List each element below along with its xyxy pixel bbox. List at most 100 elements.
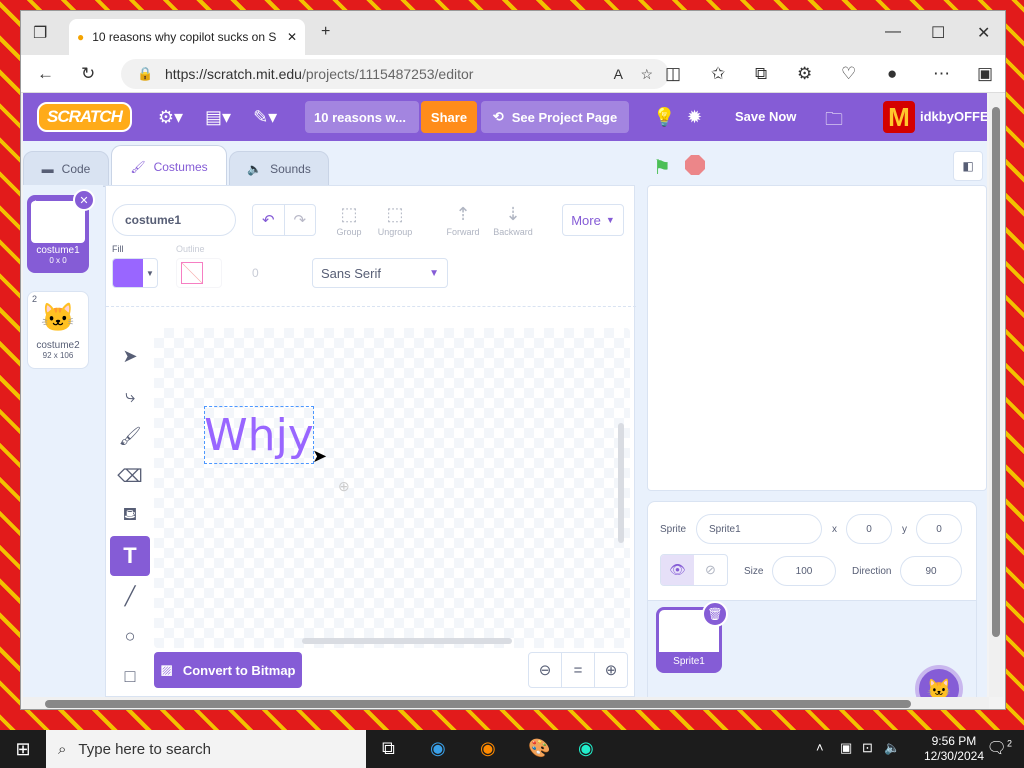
outline-color-picker[interactable] [176,258,222,288]
profile-icon[interactable]: ● [887,64,897,84]
extensions-icon[interactable]: ⚙ [797,64,812,84]
zoom-out-icon[interactable]: ⊖ [529,653,561,687]
more-options-icon[interactable]: ⋯ [933,64,950,84]
edit-menu-icon[interactable]: ✎▾ [253,107,277,128]
undo-icon[interactable]: ↶ [253,205,284,235]
close-window-icon[interactable]: ✕ [977,23,990,43]
zoom-in-icon[interactable]: ⊕ [594,653,627,687]
lock-icon[interactable]: 🔒 [137,66,153,82]
backward-button[interactable]: ⇣ Backward [488,204,538,237]
notifications-icon[interactable]: 🗨2 [987,738,1012,758]
split-screen-icon[interactable]: ◫ [665,64,681,84]
convert-to-bitmap-button[interactable]: ▨ Convert to Bitmap [154,652,302,688]
page-horizontal-scrollbar[interactable] [23,697,989,709]
edge-beta-icon[interactable]: ◉ [578,738,594,759]
user-avatar[interactable]: M [883,101,915,133]
ungroup-button[interactable]: ⬚ Ungroup [370,204,420,237]
canvas-text[interactable]: Whjy [204,406,314,464]
save-now-button[interactable]: Save Now [735,109,796,124]
settings-gear-icon[interactable]: ⚙▾ [158,107,183,128]
task-view-icon[interactable]: ⧉ [382,738,395,759]
more-button[interactable]: More ▼ [562,204,624,236]
refresh-icon[interactable]: ↻ [81,64,95,84]
favorites-icon[interactable]: ✩ [711,64,725,84]
read-aloud-icon[interactable]: A [614,66,623,82]
stop-icon[interactable] [685,155,705,175]
stage-size-toggle-icon[interactable]: ◧ [953,151,983,181]
size-input[interactable]: 100 [772,556,836,586]
favorite-star-icon[interactable]: ☆ [640,66,653,83]
tray-chevron-icon[interactable]: ˄ [816,740,824,755]
tutorials-icon[interactable]: ✹ [687,107,702,128]
url-field[interactable]: 🔒 https://scratch.mit.edu/projects/11154… [121,59,669,89]
new-tab-icon[interactable]: + [321,23,330,41]
edge-icon[interactable]: ◉ [430,738,446,759]
select-tool-icon[interactable]: ➤ [110,336,150,376]
scratch-logo[interactable]: SCRATCH [37,102,132,132]
costume-item[interactable]: 2 🐱 costume2 92 x 106 [27,291,89,369]
rectangle-tool-icon[interactable]: □ [110,656,150,696]
close-tab-icon[interactable]: ✕ [287,30,297,44]
see-project-page-label: See Project Page [511,109,618,125]
zoom-reset-button[interactable]: = [561,653,594,687]
network-icon[interactable]: ⊡ [862,740,873,756]
stage[interactable] [647,185,987,491]
fill-tool-icon[interactable]: ⛾ [110,496,150,536]
costume-name-input[interactable]: costume1 [112,204,236,236]
lightbulb-icon[interactable]: 💡 [653,107,675,128]
text-tool-icon[interactable]: T [110,536,150,576]
canvas-vertical-scrollbar[interactable] [618,423,624,543]
scrollbar-thumb[interactable] [45,700,911,708]
volume-icon[interactable]: 🔈 [884,740,900,756]
tab-code[interactable]: ▬ Code [23,151,109,187]
browser-essentials-icon[interactable]: ♡ [841,64,856,84]
group-button[interactable]: ⬚ Group [324,204,374,237]
delete-costume-icon[interactable]: ✕ [73,189,95,211]
tab-costumes[interactable]: 🖌 Costumes [111,145,227,187]
search-icon: ⌕ [58,740,67,758]
firefox-icon[interactable]: ◉ [480,738,496,759]
tab-actions-icon[interactable]: ❐ [33,23,47,43]
line-tool-icon[interactable]: ╱ [110,576,150,616]
sprite-name-input[interactable]: Sprite1 [696,514,822,544]
clock[interactable]: 9:56 PM 12/30/2024 [924,734,984,764]
circle-tool-icon[interactable]: ○ [110,616,150,656]
direction-input[interactable]: 90 [900,556,962,586]
font-dropdown[interactable]: Sans Serif ▼ [312,258,448,288]
fill-color-picker[interactable]: ▼ [112,258,158,288]
username[interactable]: idkbyOFFEN [920,109,987,124]
forward-button[interactable]: ⇡ Forward [438,204,488,237]
y-input[interactable]: 0 [916,514,962,544]
reshape-tool-icon[interactable]: ⤷ [110,376,150,416]
costume-item[interactable]: 1 costume1 0 x 0 ✕ [27,189,95,273]
delete-sprite-icon[interactable]: 🗑 [702,601,728,627]
taskbar-search[interactable]: ⌕ Type here to search [46,730,366,768]
see-project-page-button[interactable]: ⟲ See Project Page [481,101,629,133]
eraser-tool-icon[interactable]: ⌫ [110,456,150,496]
collections-icon[interactable]: ⧉ [755,64,767,84]
show-eye-icon[interactable]: 👁 [661,555,694,585]
minimize-icon[interactable]: — [885,23,901,41]
brush-tool-icon[interactable]: 🖌 [110,416,150,456]
windows-start-icon[interactable]: ⊞ [0,730,46,768]
meet-now-icon[interactable]: ▣ [840,740,852,756]
redo-icon[interactable]: ↷ [283,205,316,235]
file-menu-icon[interactable]: ▤▾ [205,107,231,128]
sidebar-icon[interactable]: ▣ [977,64,993,84]
maximize-icon[interactable]: ☐ [931,23,945,43]
drawing-canvas[interactable]: Whjy ⊕ [154,328,630,648]
tab-sounds[interactable]: 🔈 Sounds [229,151,329,187]
outline-width-input[interactable]: 0 [252,266,259,280]
canvas-horizontal-scrollbar[interactable] [302,638,512,644]
my-stuff-folder-icon[interactable]: 🗀 [825,107,843,137]
green-flag-icon[interactable]: ⚑ [653,155,671,180]
back-icon[interactable]: ← [37,64,54,84]
scrollbar-thumb[interactable] [992,107,1000,637]
paint-app-icon[interactable]: 🎨 [528,738,550,759]
share-button[interactable]: Share [421,101,477,133]
project-title-input[interactable]: 10 reasons w... [305,101,419,133]
hide-eye-icon[interactable]: ⊘ [694,555,727,585]
browser-tab[interactable]: ● 10 reasons why copilot sucks on S ✕ [69,19,305,55]
x-input[interactable]: 0 [846,514,892,544]
page-vertical-scrollbar[interactable] [989,93,1003,697]
